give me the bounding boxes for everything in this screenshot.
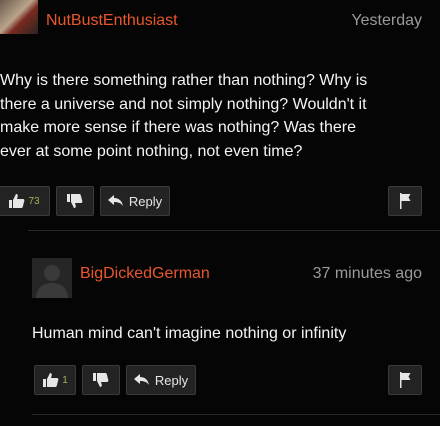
comment-timestamp: Yesterday [351,12,422,29]
comment-line: make more sense if there was nothing? Wa… [0,119,357,136]
avatar[interactable] [32,258,72,298]
default-avatar-icon [36,265,68,298]
comment-username[interactable]: BigDickedGerman [80,265,210,283]
reply-button[interactable]: Reply [100,186,170,216]
downvote-button[interactable] [56,186,94,216]
comment-line: there a universe and not simply nothing?… [0,95,367,113]
comment-divider [32,414,440,415]
comment-line: Why is there something rather than nothi… [0,72,368,89]
reply-label: Reply [154,372,189,388]
flag-button[interactable] [388,365,422,395]
comment-line: Human mind can't imagine nothing or infi… [32,325,347,342]
reply-arrow-icon [107,195,124,207]
comment-divider [28,230,440,231]
comment-username[interactable]: NutBustEnthusiast [46,12,178,30]
thumbs-down-icon [92,372,110,388]
comment-body: Human mind can't imagine nothing or infi… [32,322,432,346]
comment-2: BigDickedGerman 37 minutes ago Human min… [0,250,440,420]
upvote-count: 73 [28,195,40,207]
reply-label: Reply [128,193,163,209]
thumbs-up-icon [8,193,26,209]
flag-button[interactable] [388,186,422,216]
comment-timestamp: 37 minutes ago [312,265,422,282]
comment-1: NutBustEnthusiast Yesterday Why is there… [0,0,440,231]
comment-line: ever at some point nothing, not even tim… [0,142,303,160]
avatar[interactable] [0,0,38,34]
thumbs-up-icon [42,372,60,388]
upvote-button[interactable]: 73 [0,186,50,216]
reply-arrow-icon [133,374,150,386]
upvote-button[interactable]: 1 [34,365,76,395]
flag-icon [398,193,412,209]
comment-body: Why is there something rather than nothi… [0,69,430,163]
thumbs-down-icon [66,193,84,209]
flag-icon [398,372,412,388]
downvote-button[interactable] [82,365,120,395]
upvote-count: 1 [62,374,68,386]
reply-button[interactable]: Reply [126,365,196,395]
